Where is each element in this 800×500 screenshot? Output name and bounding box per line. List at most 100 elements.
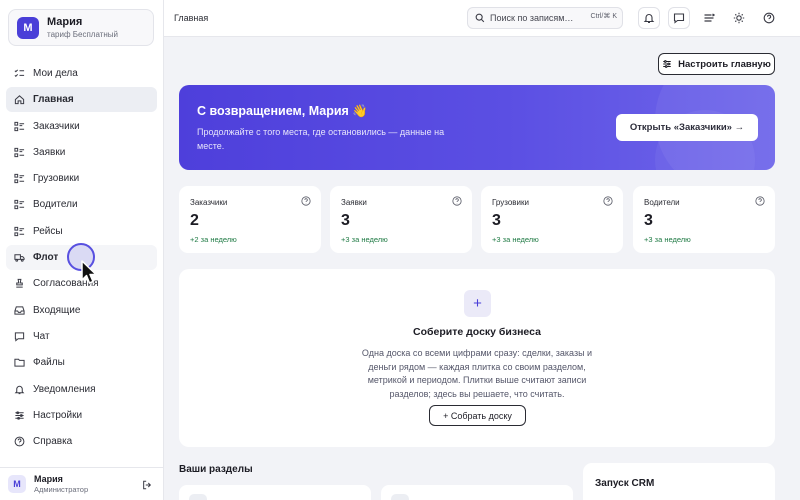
folder-icon: [14, 357, 25, 368]
stat-card-drivers[interactable]: Водители 3 +3 за неделю: [633, 186, 775, 253]
sidebar-item[interactable]: Входящие: [6, 298, 157, 323]
sidebar-item-label: Заказчики: [33, 120, 80, 132]
help-icon: [763, 12, 775, 24]
stamp-icon: [14, 278, 25, 289]
sidebar-item-label: Файлы: [33, 357, 65, 369]
sidebar-item-label: Водители: [33, 199, 78, 211]
sidebar-item-label: Чат: [33, 330, 50, 342]
sidebar-item[interactable]: Водители: [6, 192, 157, 217]
sidebar-item[interactable]: Файлы: [6, 350, 157, 375]
stat-value: 3: [341, 212, 350, 229]
breadcrumb[interactable]: Главная: [174, 13, 208, 23]
theme-button[interactable]: [728, 7, 750, 29]
help-icon[interactable]: [755, 196, 765, 206]
help-icon[interactable]: [301, 196, 311, 206]
sidebar-item[interactable]: Настройки: [6, 403, 157, 428]
sidebar-item-label: Грузовики: [33, 173, 80, 185]
crm-launch-card: Запуск CRM: [583, 463, 775, 500]
pointer-cursor-icon: [81, 260, 97, 284]
grid-list-icon: [14, 121, 25, 132]
stat-delta: +2 за неделю: [190, 235, 237, 244]
logout-icon[interactable]: [142, 480, 152, 490]
messages-button[interactable]: [668, 7, 690, 29]
welcome-text: Продолжайте с того места, где остановили…: [197, 127, 445, 151]
sidebar-item-label: Уведомления: [33, 383, 96, 395]
section-card[interactable]: [381, 485, 573, 500]
stat-value: 3: [644, 212, 653, 229]
stat-delta: +3 за неделю: [341, 235, 388, 244]
business-board-empty: + Соберите доску бизнеса Одна доска со в…: [179, 269, 775, 447]
help-icon: [14, 436, 25, 447]
plus-icon[interactable]: +: [464, 290, 491, 317]
grid-list-icon: [14, 147, 25, 158]
sidebar-item[interactable]: Заявки: [6, 140, 157, 165]
topbar: Главная Поиск по записям… Ctrl/⌘ K: [164, 0, 800, 37]
sidebar-item[interactable]: Заказчики: [6, 114, 157, 139]
chat-icon: [14, 331, 25, 342]
sun-icon: [733, 12, 745, 24]
search-input[interactable]: Поиск по записям… Ctrl/⌘ K: [467, 7, 623, 29]
stat-label: Грузовики: [492, 198, 529, 207]
sidebar-item[interactable]: Главная: [6, 87, 157, 113]
stat-value: 2: [190, 212, 199, 229]
stat-value: 3: [492, 212, 501, 229]
bell-icon: [643, 14, 655, 24]
open-customers-button[interactable]: Открыть «Заказчики» →: [616, 114, 758, 141]
truck-icon: [14, 252, 25, 263]
sections-heading: Ваши разделы: [179, 464, 253, 475]
welcome-banner: С возвращением, Мария 👋 Продолжайте с то…: [179, 85, 775, 170]
section-icon: [391, 494, 409, 500]
bell-icon: [14, 384, 25, 395]
section-icon: [189, 494, 207, 500]
board-title: Соберите доску бизнеса: [413, 326, 541, 338]
inbox-icon: [14, 305, 25, 316]
grid-list-icon: [14, 226, 25, 237]
search-shortcut: Ctrl/⌘ K: [590, 13, 617, 20]
sidebar-item[interactable]: Рейсы: [6, 219, 157, 244]
stat-card-requests[interactable]: Заявки 3 +3 за неделю: [330, 186, 472, 253]
sidebar-item[interactable]: Грузовики: [6, 166, 157, 191]
user-name: Мария: [34, 473, 63, 484]
stat-delta: +3 за неделю: [492, 235, 539, 244]
notifications-button[interactable]: [638, 7, 660, 29]
chat-icon: [673, 13, 685, 24]
sidebar-item-label: Входящие: [33, 304, 81, 316]
sidebar-item-label: Мои дела: [33, 68, 78, 79]
stat-label: Водители: [644, 198, 680, 207]
sidebar-item[interactable]: Чат: [6, 324, 157, 349]
customize-home-button[interactable]: Настроить главную: [658, 53, 775, 75]
stat-card-trucks[interactable]: Грузовики 3 +3 за неделю: [481, 186, 623, 253]
tenant-switcher[interactable]: М Мария тариф Бесплатный: [8, 9, 154, 46]
tenant-name: Мария: [47, 15, 83, 28]
sidebar-item-label: Рейсы: [33, 225, 63, 237]
stat-label: Заказчики: [190, 198, 228, 207]
help-button[interactable]: [758, 7, 780, 29]
stat-label: Заявки: [341, 198, 367, 207]
grid-list-icon: [14, 199, 25, 210]
user-role: Администратор: [34, 484, 89, 494]
sidebar-item-label: Флот: [33, 252, 59, 264]
sidebar-item-label: Настройки: [33, 409, 83, 421]
tenant-avatar: М: [17, 16, 39, 39]
sidebar-item[interactable]: Мои дела: [6, 61, 157, 86]
section-card[interactable]: [179, 485, 371, 500]
build-board-button[interactable]: + Собрать доску: [429, 405, 526, 426]
welcome-title: С возвращением, Мария 👋: [197, 104, 368, 118]
sidebar-item-label: Справка: [33, 436, 73, 448]
menu-button[interactable]: [698, 7, 720, 29]
checklist-icon: [14, 68, 25, 79]
sidebar-item[interactable]: Уведомления: [6, 377, 157, 402]
sidebar-item[interactable]: Справка: [6, 429, 157, 454]
help-icon[interactable]: [452, 196, 462, 206]
sliders-icon: [14, 410, 25, 421]
sidebar-user[interactable]: М Мария Администратор: [0, 467, 164, 500]
sidebar-item-label: Главная: [33, 94, 74, 106]
sidebar-item-label: Заявки: [33, 146, 66, 158]
crm-launch-title: Запуск CRM: [595, 478, 655, 489]
customize-home-label: Настроить главную: [678, 58, 771, 70]
search-icon: [475, 13, 485, 23]
grid-list-icon: [14, 173, 25, 184]
list-icon: [704, 13, 715, 22]
stat-card-customers[interactable]: Заказчики 2 +2 за неделю: [179, 186, 321, 253]
help-icon[interactable]: [603, 196, 613, 206]
